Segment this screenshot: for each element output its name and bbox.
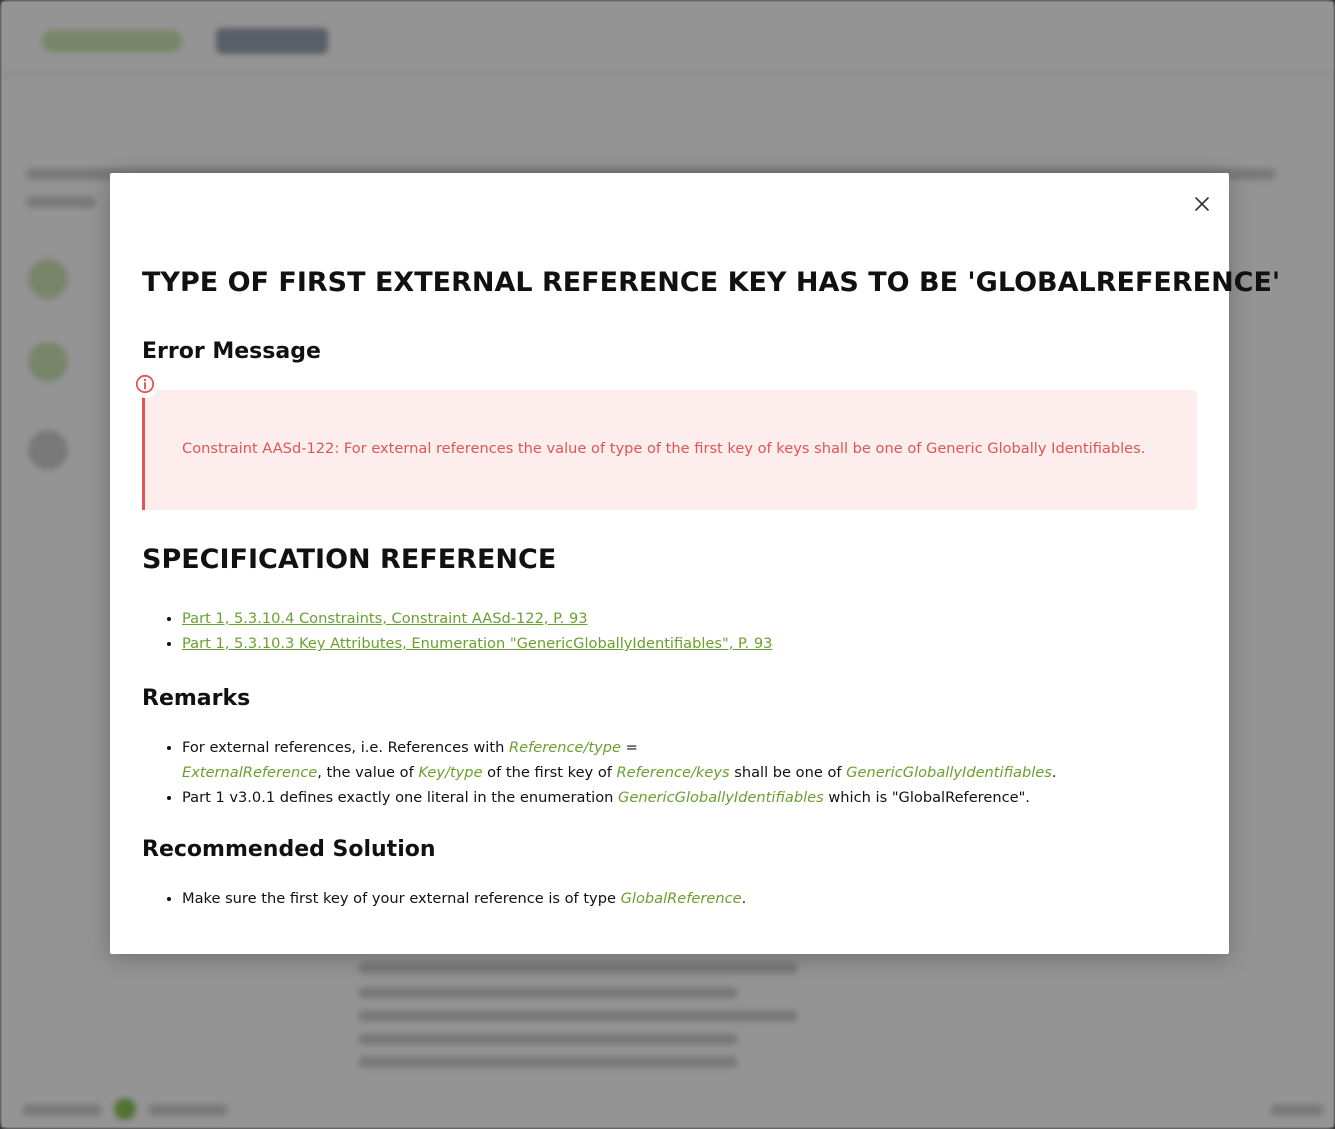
code-term: Reference/type bbox=[508, 739, 621, 756]
code-term: ExternalReference bbox=[182, 764, 318, 781]
recommended-solution-heading: Recommended Solution bbox=[142, 837, 436, 862]
modal-title: TYPE OF FIRST EXTERNAL REFERENCE KEY HAS… bbox=[142, 267, 1281, 298]
spec-link-key-attributes[interactable]: Part 1, 5.3.10.3 Key Attributes, Enumera… bbox=[182, 635, 772, 652]
list-item: Make sure the first key of your external… bbox=[182, 886, 1197, 911]
close-button[interactable] bbox=[1191, 193, 1213, 215]
list-item: Part 1 v3.0.1 defines exactly one litera… bbox=[182, 785, 1197, 810]
error-message-box: Constraint AASd-122: For external refere… bbox=[131, 370, 1197, 510]
recommended-solution-list: Make sure the first key of your external… bbox=[142, 886, 1197, 911]
close-icon bbox=[1195, 197, 1209, 211]
info-circle-icon bbox=[135, 374, 155, 394]
remark-text: shall be one of bbox=[729, 764, 847, 781]
code-term: GenericGloballyIdentifiables bbox=[618, 789, 824, 806]
error-message-text: Constraint AASd-122: For external refere… bbox=[182, 440, 1146, 457]
remark-text: For external references, i.e. References… bbox=[182, 739, 509, 756]
spec-link-constraint[interactable]: Part 1, 5.3.10.4 Constraints, Constraint… bbox=[182, 610, 588, 627]
code-term: GlobalReference bbox=[620, 890, 742, 907]
specification-reference-heading: SPECIFICATION REFERENCE bbox=[142, 544, 557, 575]
remark-text: = bbox=[620, 739, 638, 756]
code-term: Reference/keys bbox=[616, 764, 730, 781]
remark-text: which is "GlobalReference". bbox=[823, 789, 1030, 806]
solution-text: Make sure the first key of your external… bbox=[182, 890, 621, 907]
error-detail-modal: TYPE OF FIRST EXTERNAL REFERENCE KEY HAS… bbox=[110, 173, 1281, 954]
remark-text: of the first key of bbox=[482, 764, 617, 781]
list-item: Part 1, 5.3.10.3 Key Attributes, Enumera… bbox=[182, 631, 1197, 656]
remark-text: Part 1 v3.0.1 defines exactly one litera… bbox=[182, 789, 619, 806]
list-item: Part 1, 5.3.10.4 Constraints, Constraint… bbox=[182, 606, 1197, 631]
code-term: Key/type bbox=[418, 764, 483, 781]
specification-reference-list: Part 1, 5.3.10.4 Constraints, Constraint… bbox=[142, 606, 1197, 656]
remark-text: , the value of bbox=[317, 764, 419, 781]
modal-body: TYPE OF FIRST EXTERNAL REFERENCE KEY HAS… bbox=[131, 263, 1281, 911]
remark-text: . bbox=[1051, 764, 1057, 781]
solution-text: . bbox=[741, 890, 747, 907]
error-icon-badge bbox=[131, 370, 159, 398]
code-term: GenericGloballyIdentifiables bbox=[846, 764, 1052, 781]
error-message-heading: Error Message bbox=[142, 339, 321, 364]
remarks-heading: Remarks bbox=[142, 686, 251, 711]
remarks-list: For external references, i.e. References… bbox=[142, 735, 1197, 810]
list-item: For external references, i.e. References… bbox=[182, 735, 1197, 785]
